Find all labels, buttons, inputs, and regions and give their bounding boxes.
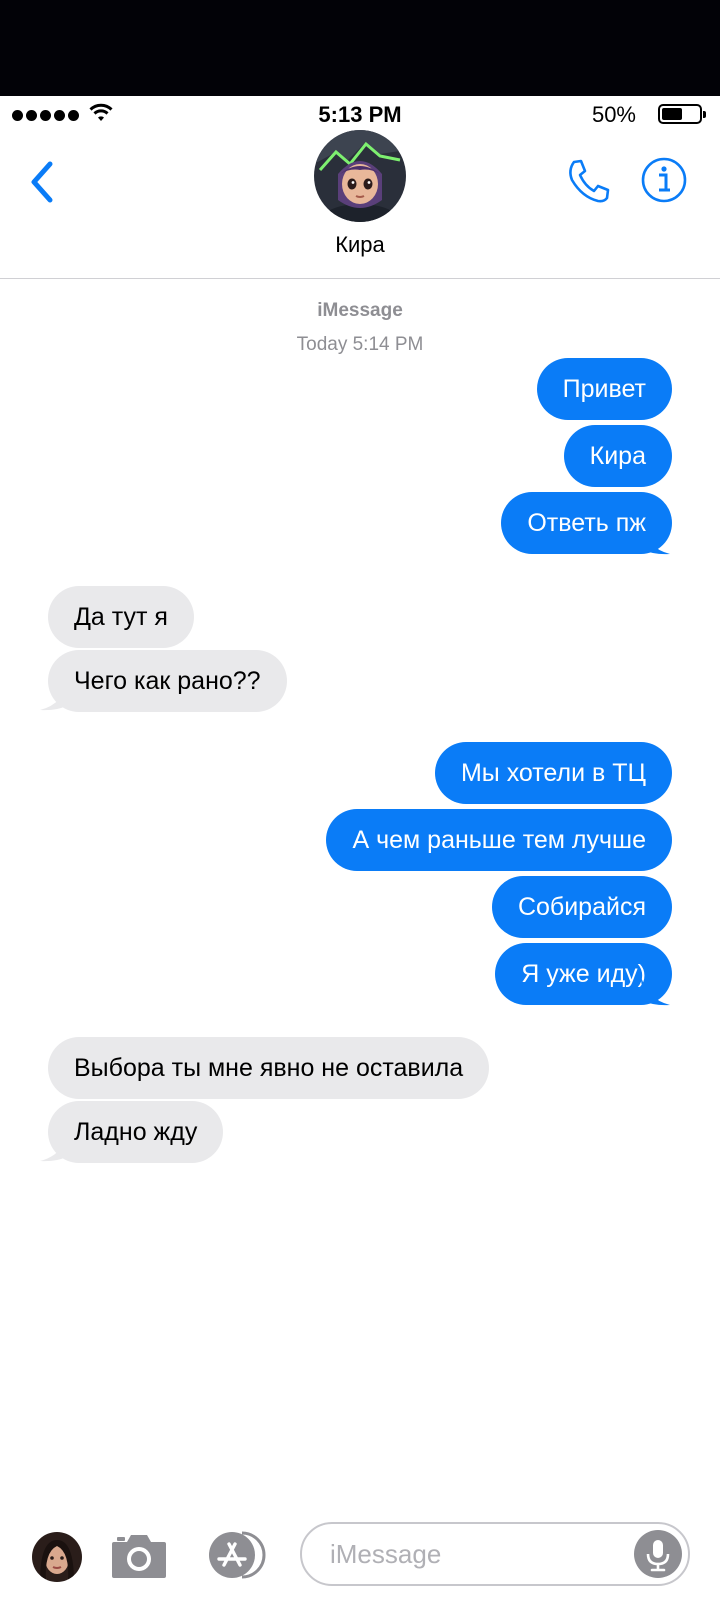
phone-icon[interactable] (564, 156, 612, 206)
bubble-tail (640, 522, 670, 555)
received-message[interactable]: Да тут я (48, 586, 194, 648)
contact-avatar[interactable] (314, 130, 406, 222)
sent-message[interactable]: Кира (563, 425, 672, 487)
sent-message[interactable]: Мы хотели в ТЦ (434, 742, 672, 804)
conversation-timestamp: Today 5:14 PM (296, 334, 424, 355)
top-black-bar (0, 0, 720, 96)
memoji-avatar-button[interactable] (32, 1532, 82, 1582)
bubble-tail (40, 1129, 70, 1162)
battery-percent: 50% (591, 102, 636, 127)
status-bar: 5:13 PM 50% (0, 96, 720, 132)
received-message[interactable]: Чего как рано?? (48, 650, 287, 712)
sent-message[interactable]: А чем раньше тем лучше (326, 809, 672, 871)
received-message[interactable]: Выбора ты мне явно не оставила (48, 1037, 490, 1099)
chevron-left-icon[interactable] (22, 152, 62, 212)
service-label: iMessage (317, 300, 403, 321)
battery-icon (658, 104, 706, 124)
message-input-placeholder: iMessage (330, 1539, 442, 1569)
message-input[interactable]: iMessage (300, 1522, 690, 1586)
message-input-bar: iMessage (0, 1500, 720, 1600)
received-message[interactable]: Ладно жду (48, 1101, 224, 1163)
conversation-header: Кира (0, 130, 720, 279)
microphone-icon[interactable] (634, 1530, 682, 1578)
app-store-icon[interactable] (204, 1530, 272, 1580)
camera-icon[interactable] (110, 1530, 168, 1580)
sent-message[interactable]: Привет (536, 358, 672, 420)
bubble-tail (640, 973, 670, 1006)
sent-message[interactable]: Собирайся (491, 876, 672, 938)
contact-name[interactable]: Кира (0, 232, 720, 258)
info-icon[interactable] (640, 156, 688, 204)
bubble-tail (40, 678, 70, 711)
